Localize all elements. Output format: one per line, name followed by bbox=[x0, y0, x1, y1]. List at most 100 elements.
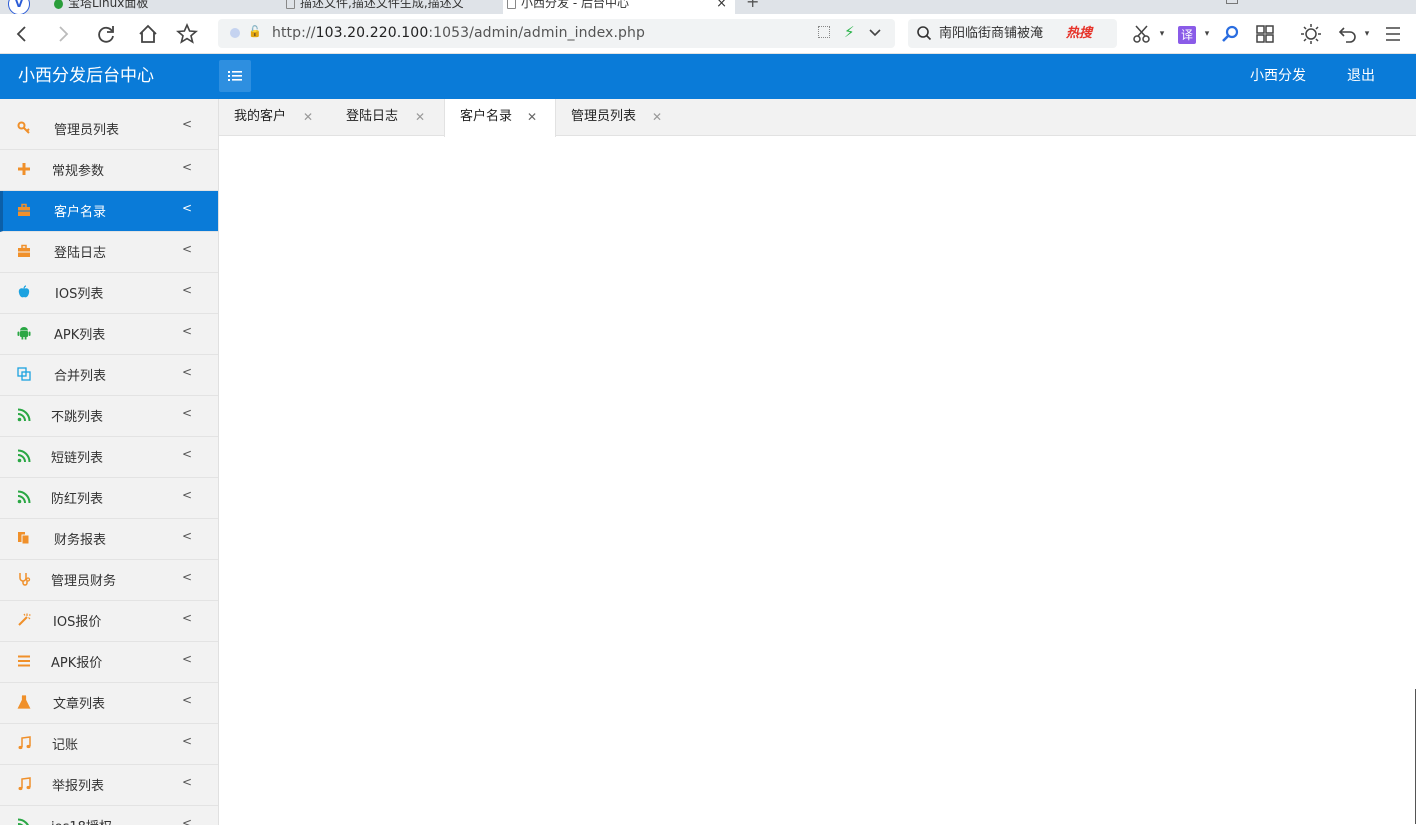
sidebar-item-label: 常规参数 bbox=[52, 164, 105, 179]
lightning-icon[interactable]: ⚡ bbox=[844, 23, 855, 41]
bars-icon bbox=[17, 654, 31, 668]
chevron-left-icon: < bbox=[182, 447, 193, 461]
sidebar-item-customer-directory[interactable]: 客户名录 < bbox=[0, 191, 218, 232]
chevron-left-icon: < bbox=[182, 693, 193, 707]
chevron-left-icon: < bbox=[182, 324, 193, 338]
browser-search-box[interactable]: 南阳临街商铺被淹 热搜 bbox=[908, 19, 1117, 48]
hamburger-menu-icon[interactable] bbox=[1381, 22, 1405, 46]
menu-toggle-button[interactable] bbox=[219, 60, 251, 92]
sidebar-item-general-params[interactable]: 常规参数 < bbox=[0, 150, 218, 191]
reload-icon[interactable] bbox=[94, 22, 118, 46]
sidebar-item-ios-list[interactable]: IOS列表 < bbox=[0, 273, 218, 314]
chevron-down-icon[interactable] bbox=[868, 22, 882, 46]
tab-admin-list[interactable]: 管理员列表 ✕ bbox=[556, 99, 686, 136]
user-menu-link[interactable]: 小西分发 bbox=[1250, 54, 1306, 99]
sidebar-item-login-log[interactable]: 登陆日志 < bbox=[0, 232, 218, 273]
chevron-left-icon: < bbox=[182, 365, 193, 379]
shield-icon bbox=[54, 0, 63, 9]
tab-label: 登陆日志 bbox=[346, 109, 399, 124]
back-icon[interactable] bbox=[10, 22, 34, 46]
tab-customer-directory[interactable]: 客户名录 ✕ bbox=[444, 99, 556, 137]
stethoscope-icon bbox=[17, 572, 31, 586]
new-tab-button[interactable]: + bbox=[746, 0, 759, 11]
apps-grid-icon[interactable] bbox=[1253, 22, 1277, 46]
close-icon[interactable]: ✕ bbox=[415, 99, 425, 135]
browser-tab-title: 描述文件,描述文件生成,描述文 bbox=[300, 0, 464, 10]
chevron-left-icon: < bbox=[182, 283, 193, 297]
sidebar: 管理员列表 < 常规参数 < 客户名录 < 登陆日志 < IOS列表 < APK… bbox=[0, 99, 219, 825]
sidebar-item-nojump-list[interactable]: 不跳列表 < bbox=[0, 396, 218, 437]
chevron-left-icon: < bbox=[182, 529, 193, 543]
rss-icon bbox=[17, 408, 31, 422]
sidebar-item-label: 短链列表 bbox=[51, 451, 104, 466]
browser-tab-admin[interactable]: 小西分发 - 后台中心 × bbox=[503, 0, 735, 14]
browser-tab-bt-panel[interactable]: 宝塔Linux面板 bbox=[50, 0, 250, 14]
content-tab-bar: 我的客户 ✕ 登陆日志 ✕ 客户名录 ✕ 管理员列表 ✕ bbox=[219, 99, 1416, 137]
chevron-left-icon: < bbox=[182, 570, 193, 584]
magnifier-icon[interactable] bbox=[1218, 22, 1242, 46]
sidebar-item-admin-finance[interactable]: 管理员财务 < bbox=[0, 560, 218, 601]
forward-icon[interactable] bbox=[51, 22, 75, 46]
close-icon[interactable]: ✕ bbox=[527, 99, 537, 135]
sidebar-item-report-list[interactable]: 举报列表 < bbox=[0, 765, 218, 806]
tab-my-customers[interactable]: 我的客户 ✕ bbox=[219, 99, 329, 136]
insecure-lock-icon[interactable]: 🔓 bbox=[248, 25, 262, 38]
sidebar-item-label: ios18授权 bbox=[51, 806, 112, 825]
sidebar-item-label: 不跳列表 bbox=[51, 410, 104, 425]
page-icon bbox=[286, 0, 295, 9]
sidebar-item-apk-list[interactable]: APK列表 < bbox=[0, 314, 218, 355]
close-tab-icon[interactable]: × bbox=[716, 0, 727, 14]
close-icon[interactable]: ✕ bbox=[652, 99, 662, 135]
android-icon bbox=[17, 326, 31, 340]
app-header: 小西分发后台中心 小西分发 退出 bbox=[0, 54, 1416, 99]
music-icon bbox=[17, 736, 31, 750]
flask-icon bbox=[17, 695, 31, 709]
caret-down-icon[interactable]: ▾ bbox=[1195, 22, 1219, 46]
tab-label: 客户名录 bbox=[460, 109, 513, 124]
brightness-icon[interactable] bbox=[1299, 22, 1323, 46]
briefcase-icon bbox=[17, 203, 31, 217]
chevron-left-icon: < bbox=[182, 816, 193, 825]
sidebar-item-label: 举报列表 bbox=[52, 779, 105, 794]
tab-login-log[interactable]: 登陆日志 ✕ bbox=[331, 99, 443, 136]
bookmark-star-icon[interactable] bbox=[175, 22, 199, 46]
address-bar[interactable]: 🔓 http://103.20.220.100:1053/admin/admin… bbox=[218, 19, 895, 48]
sidebar-item-label: APK报价 bbox=[51, 656, 103, 671]
sidebar-item-apk-price[interactable]: APK报价 < bbox=[0, 642, 218, 683]
sidebar-item-merge-list[interactable]: 合并列表 < bbox=[0, 355, 218, 396]
caret-down-icon[interactable]: ▾ bbox=[1355, 22, 1379, 46]
browser-toolbar: 🔓 http://103.20.220.100:1053/admin/admin… bbox=[0, 14, 1416, 54]
url-text[interactable]: http://103.20.220.100:1053/admin/admin_i… bbox=[272, 19, 645, 48]
sidebar-item-label: 防红列表 bbox=[51, 492, 104, 507]
sidebar-item-admin-list[interactable]: 管理员列表 < bbox=[0, 99, 218, 150]
sidebar-item-ios-price[interactable]: IOS报价 < bbox=[0, 601, 218, 642]
chevron-left-icon: < bbox=[182, 611, 193, 625]
site-info-icon[interactable] bbox=[230, 28, 240, 38]
sidebar-item-article-list[interactable]: 文章列表 < bbox=[0, 683, 218, 724]
chevron-left-icon: < bbox=[182, 406, 193, 420]
merge-icon bbox=[17, 367, 31, 381]
close-icon[interactable]: ✕ bbox=[303, 99, 313, 135]
browser-tab-profile[interactable]: 描述文件,描述文件生成,描述文 bbox=[282, 0, 482, 14]
translate-label: 译 bbox=[1178, 26, 1196, 44]
sidebar-item-bookkeeping[interactable]: 记账 < bbox=[0, 724, 218, 765]
apple-icon bbox=[17, 285, 31, 299]
browser-tab-title: 宝塔Linux面板 bbox=[68, 0, 149, 10]
sidebar-item-finance-report[interactable]: 财务报表 < bbox=[0, 519, 218, 560]
plus-icon bbox=[17, 162, 31, 176]
chevron-left-icon: < bbox=[182, 160, 193, 174]
sidebar-item-shortlink-list[interactable]: 短链列表 < bbox=[0, 437, 218, 478]
browser-logo-icon[interactable]: V bbox=[8, 0, 30, 14]
search-suggestion: 南阳临街商铺被淹 bbox=[939, 26, 1044, 41]
hot-search-badge[interactable]: 热搜 bbox=[1066, 19, 1092, 48]
home-icon[interactable] bbox=[136, 22, 160, 46]
sidebar-item-ios18-auth[interactable]: ios18授权 < bbox=[0, 806, 218, 825]
window-button[interactable] bbox=[1226, 0, 1238, 4]
caret-down-icon[interactable]: ▾ bbox=[1150, 22, 1174, 46]
tab-label: 管理员列表 bbox=[571, 109, 637, 124]
sidebar-item-antiblock-list[interactable]: 防红列表 < bbox=[0, 478, 218, 519]
logout-link[interactable]: 退出 bbox=[1347, 54, 1375, 99]
qr-code-icon[interactable] bbox=[818, 26, 830, 38]
copy-icon bbox=[17, 531, 31, 545]
chevron-left-icon: < bbox=[182, 242, 193, 256]
